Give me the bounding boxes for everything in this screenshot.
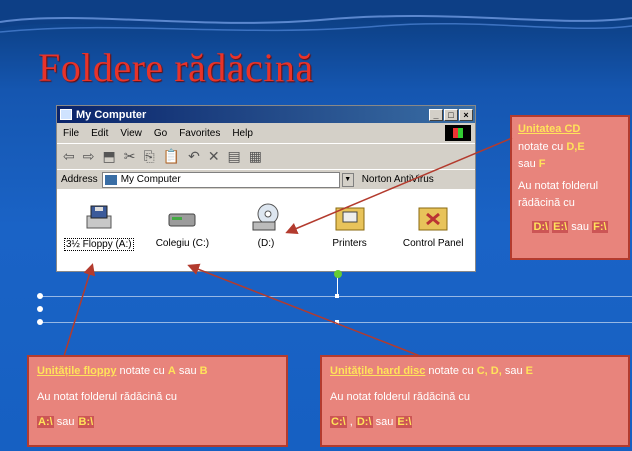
drive-list: 3½ Floppy (A:) Colegiu (C:) (D:) Printer… <box>57 190 475 272</box>
root-path: A:\ <box>37 416 54 429</box>
menu-help[interactable]: Help <box>232 128 253 139</box>
resize-handle[interactable] <box>37 293 43 299</box>
drive-letters: A <box>167 365 176 377</box>
root-path: D:\ <box>532 220 550 233</box>
callout-floppy: Unitățile floppy notate cu A sau B Au no… <box>27 355 288 447</box>
callout-cd-heading: Unitatea CD <box>518 123 581 135</box>
root-path: E:\ <box>396 416 413 429</box>
my-computer-window[interactable]: My Computer _ □ × File Edit View Go Favo… <box>56 105 476 272</box>
window-titlebar[interactable]: My Computer _ □ × <box>57 106 475 123</box>
resize-handle[interactable] <box>37 306 43 312</box>
address-input[interactable]: My Computer <box>101 171 340 188</box>
callout-text: sau <box>568 220 593 233</box>
control-panel-icon <box>418 207 448 231</box>
views-icon[interactable]: ▦ <box>249 148 262 165</box>
drive-label: Printers <box>332 238 367 249</box>
slide-title: Foldere rădăcină <box>38 45 314 90</box>
menu-favorites[interactable]: Favorites <box>179 128 220 139</box>
callout-hard-disc: Unitățile hard disc notate cu C, D, sau … <box>320 355 630 447</box>
callout-text: , <box>346 416 356 429</box>
address-dropdown-button[interactable]: ▼ <box>341 172 354 187</box>
hard-disk-icon <box>168 213 196 227</box>
address-bar: Address My Computer ▼ Norton AntiVirus <box>57 169 475 189</box>
drive-label: Colegiu (C:) <box>155 238 210 249</box>
window-title: My Computer <box>76 108 147 121</box>
floppy-drive-icon <box>86 205 112 229</box>
root-path: F:\ <box>592 220 608 233</box>
computer-icon <box>104 174 117 185</box>
copy-icon[interactable]: ⎘ <box>143 148 154 165</box>
floppy-drive-item[interactable]: 3½ Floppy (A:) <box>62 202 136 272</box>
cd-drive-icon <box>252 203 279 231</box>
root-path: B:\ <box>77 416 95 429</box>
menu-file[interactable]: File <box>63 128 79 139</box>
callout-text: notate cu <box>518 140 567 153</box>
drive-letters: E <box>525 365 533 377</box>
callout-text: sau <box>501 365 526 377</box>
callout-text: sau <box>372 416 397 429</box>
windows-logo-icon <box>445 125 471 141</box>
callout-text: sau <box>175 365 200 377</box>
menu-bar: File Edit View Go Favorites Help <box>57 123 475 143</box>
paste-icon[interactable]: 📋 <box>163 148 180 165</box>
address-value: My Computer <box>120 174 181 185</box>
drive-letters: F <box>538 158 546 171</box>
arrow-to-hard-disk <box>187 263 421 357</box>
delete-icon[interactable]: ✕ <box>208 148 220 165</box>
root-path: E:\ <box>552 220 569 233</box>
maximize-button[interactable]: □ <box>444 108 458 121</box>
toolbar: ⇦ ⇨ ⬒ ✂ ⎘ 📋 ↶ ✕ ▤ ▦ <box>57 143 475 169</box>
control-panel-item[interactable]: Control Panel <box>396 202 470 272</box>
undo-icon[interactable]: ↶ <box>188 148 200 165</box>
callout-text: notate cu <box>425 365 477 377</box>
root-path: D:\ <box>355 416 373 429</box>
callout-text: notate cu <box>116 365 168 377</box>
drive-label: Control Panel <box>402 238 464 249</box>
drive-letters: D,E <box>566 140 585 153</box>
menu-edit[interactable]: Edit <box>91 128 108 139</box>
up-folder-icon[interactable]: ⬒ <box>102 148 115 165</box>
forward-icon[interactable]: ⇨ <box>83 148 95 165</box>
printers-item[interactable]: Printers <box>313 202 387 272</box>
hard-disk-item[interactable]: Colegiu (C:) <box>145 202 219 272</box>
callout-text: Au notat folderul rădăcină cu <box>37 390 178 403</box>
properties-icon[interactable]: ▤ <box>228 148 241 165</box>
minimize-button[interactable]: _ <box>429 108 443 121</box>
resize-handle[interactable] <box>335 320 339 324</box>
drive-label: (D:) <box>257 238 275 249</box>
callout-text: sau <box>53 416 78 429</box>
callout-text: Au notat folderul rădăcină cu <box>330 390 471 403</box>
root-path: C:\ <box>330 416 347 429</box>
menu-view[interactable]: View <box>120 128 142 139</box>
rotate-handle[interactable] <box>334 270 342 278</box>
callout-text: Au notat folderul rădăcină cu <box>518 179 599 210</box>
menu-go[interactable]: Go <box>154 128 167 139</box>
printers-folder-icon <box>335 207 365 231</box>
cut-icon[interactable]: ✂ <box>124 148 136 165</box>
norton-antivirus-button[interactable]: Norton AntiVirus <box>362 174 434 185</box>
drive-letters: C, D, <box>476 365 502 377</box>
address-label: Address <box>61 174 98 185</box>
resize-handle[interactable] <box>37 319 43 325</box>
close-button[interactable]: × <box>459 108 473 121</box>
callout-floppy-heading: Unitățile floppy <box>37 365 117 377</box>
drive-letters: B <box>199 365 208 377</box>
callout-cd: Unitatea CD notate cu D,E sau F Au notat… <box>510 115 630 260</box>
callout-text: sau <box>518 158 539 171</box>
cd-drive-item[interactable]: (D:) <box>229 202 303 272</box>
callout-hdd-heading: Unitățile hard disc <box>330 365 426 377</box>
drive-label: 3½ Floppy (A:) <box>64 238 134 251</box>
arrow-to-floppy-drive <box>63 263 96 357</box>
back-icon[interactable]: ⇦ <box>63 148 75 165</box>
computer-icon <box>60 109 72 120</box>
